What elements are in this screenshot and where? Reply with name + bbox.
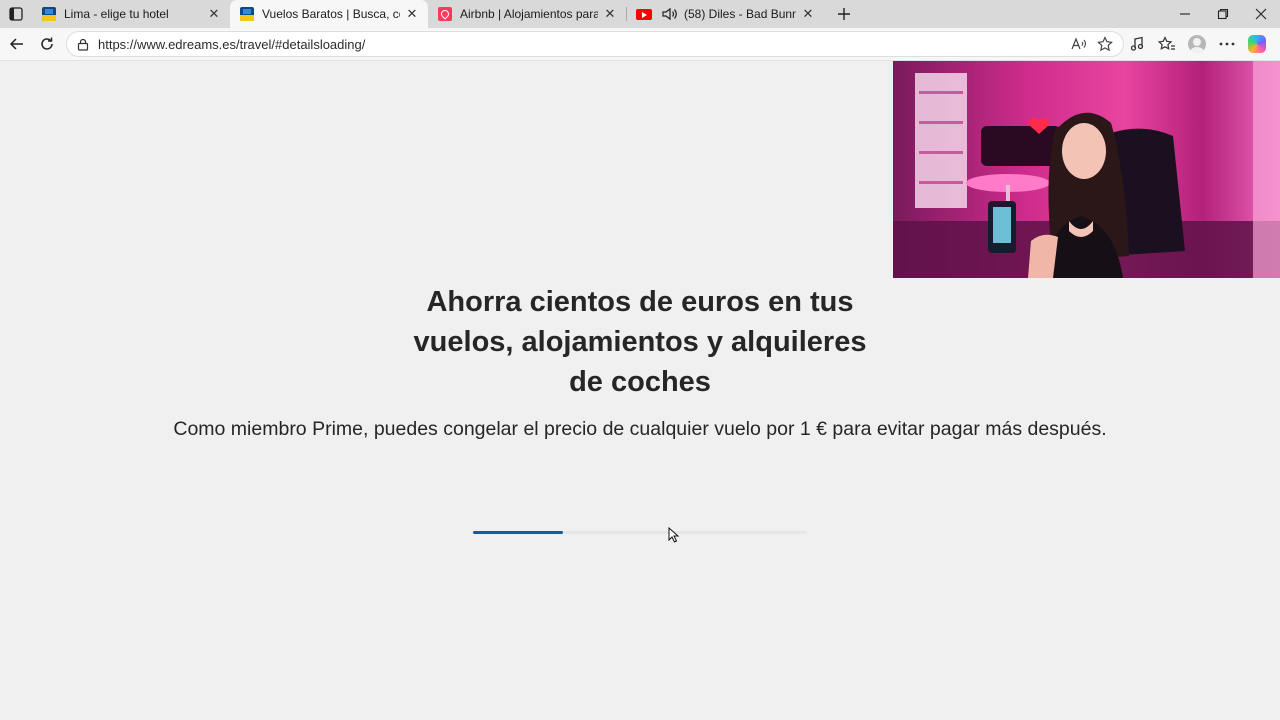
lock-icon[interactable] <box>77 38 89 51</box>
restore-icon <box>1217 8 1229 20</box>
webcam-video-image <box>893 61 1280 278</box>
close-icon[interactable]: ✕ <box>206 6 222 22</box>
settings-more-button[interactable] <box>1214 30 1240 58</box>
edreams-icon <box>42 7 56 21</box>
window-controls <box>1166 0 1280 28</box>
page-headline: Ahorra cientos de euros en tus vuelos, a… <box>0 282 1280 402</box>
new-tab-button[interactable] <box>830 0 858 28</box>
favorite-star-button[interactable] <box>1095 34 1115 54</box>
copilot-icon <box>1248 35 1266 53</box>
refresh-icon <box>41 37 53 50</box>
read-aloud-icon <box>1071 37 1087 50</box>
music-note-icon <box>1130 36 1144 51</box>
back-arrow-icon <box>9 38 23 50</box>
plus-icon <box>838 8 850 20</box>
close-window-button[interactable] <box>1242 0 1280 28</box>
tab-vuelos-baratos[interactable]: Vuelos Baratos | Busca, compara y ✕ <box>230 0 428 28</box>
avatar <box>1188 35 1206 53</box>
more-icon <box>1219 42 1235 46</box>
edreams-icon <box>240 7 254 21</box>
tab-youtube-diles[interactable]: (58) Diles - Bad Bunny, Ozuna ✕ <box>626 0 824 28</box>
back-button[interactable] <box>2 29 32 59</box>
tab-title: Vuelos Baratos | Busca, compara y <box>262 7 400 21</box>
tab-actions-button[interactable] <box>0 0 32 28</box>
browser-toolbar: https://www.edreams.es/travel/#detailslo… <box>0 28 1280 61</box>
restore-button[interactable] <box>1204 0 1242 28</box>
tab-title: Airbnb | Alojamientos para vacaci <box>460 7 598 21</box>
tab-airbnb[interactable]: Airbnb | Alojamientos para vacaci ✕ <box>428 0 626 28</box>
close-icon[interactable]: ✕ <box>800 6 816 22</box>
minimize-button[interactable] <box>1166 0 1204 28</box>
profile-button[interactable] <box>1184 30 1210 58</box>
read-aloud-button[interactable] <box>1069 34 1089 54</box>
loading-progress-bar <box>473 531 807 534</box>
prime-subtitle: Como miembro Prime, puedes congelar el p… <box>173 418 1107 440</box>
headline-line: de coches <box>569 366 711 398</box>
youtube-icon <box>636 8 652 20</box>
headline-line: Ahorra cientos de euros en tus <box>426 286 854 318</box>
media-control-button[interactable] <box>1124 30 1150 58</box>
favorites-button[interactable] <box>1154 30 1180 58</box>
close-icon[interactable]: ✕ <box>602 6 618 22</box>
tab-actions-icon <box>9 7 23 21</box>
refresh-button[interactable] <box>32 29 62 59</box>
tab-title: Lima - elige tu hotel <box>64 7 169 21</box>
tab-strip: Lima - elige tu hotel ✕ Vuelos Baratos |… <box>0 0 1280 28</box>
tab-lima-hotel[interactable]: Lima - elige tu hotel ✕ <box>32 0 230 28</box>
star-icon <box>1097 36 1113 52</box>
loading-progress-fill <box>473 531 564 534</box>
copilot-button[interactable] <box>1244 30 1270 58</box>
headline-line: vuelos, alojamientos y alquileres <box>413 326 867 358</box>
favorites-icon <box>1158 36 1175 50</box>
address-bar[interactable]: https://www.edreams.es/travel/#detailslo… <box>66 31 1124 57</box>
close-icon[interactable]: ✕ <box>404 6 420 22</box>
close-icon <box>1255 8 1267 20</box>
airbnb-icon <box>438 7 452 21</box>
tab-title: (58) Diles - Bad Bunny, Ozuna <box>684 7 796 21</box>
speaker-icon[interactable] <box>662 7 678 21</box>
minimize-icon <box>1180 13 1190 15</box>
url-text[interactable]: https://www.edreams.es/travel/#detailslo… <box>98 37 365 52</box>
webcam-overlay <box>893 61 1280 278</box>
mouse-cursor-icon <box>668 527 680 543</box>
